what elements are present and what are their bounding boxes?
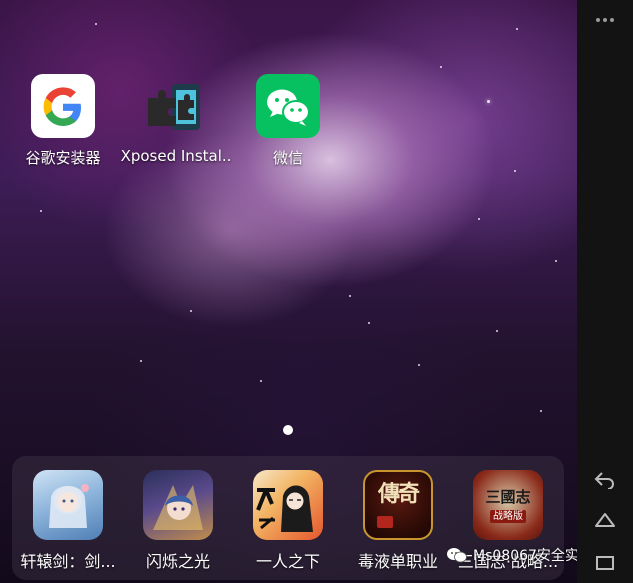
star (514, 170, 516, 172)
dock-app-label: 毒液单职业 (357, 552, 438, 571)
sanguozhi-icon-text: 三國志 (485, 488, 531, 506)
chuanqi-icon-text: 傳奇 (377, 481, 420, 507)
star (95, 23, 97, 25)
yiren-zhixia-icon (253, 470, 323, 540)
back-icon[interactable] (577, 460, 633, 500)
chuanqi-seal (377, 516, 393, 528)
app-label: 谷歌安装器 (25, 149, 101, 167)
star (40, 210, 42, 212)
home-icon[interactable] (577, 500, 633, 540)
star (540, 410, 542, 412)
star (496, 330, 498, 332)
navigation-bar (577, 0, 633, 583)
star (418, 364, 420, 366)
recents-icon[interactable] (577, 543, 633, 583)
page-indicator-dot (283, 425, 293, 435)
xuanyuan-sword-icon (33, 470, 103, 540)
sanguozhi-icon: 三國志 战略版 (473, 470, 543, 540)
app-label: 微信 (272, 149, 303, 167)
star (260, 380, 262, 382)
more-vert-icon[interactable] (577, 0, 633, 40)
star (487, 100, 490, 103)
star (368, 322, 370, 324)
dock-app-yiren[interactable]: 一人之下 (233, 470, 343, 572)
sanguozhi-icon-subtext: 战略版 (490, 510, 526, 523)
dock-app-xuanyuan[interactable]: 轩辕剑：剑... (13, 470, 123, 572)
xposed-puzzle-icon (144, 74, 208, 138)
dock-app-label: 轩辕剑：剑... (20, 552, 116, 571)
dock-app-label: 一人之下 (255, 552, 320, 571)
wechat-icon (256, 74, 320, 138)
star (140, 360, 142, 362)
dock-app-label: 闪烁之光 (145, 552, 210, 571)
star (478, 218, 480, 220)
star (440, 66, 442, 68)
dock-app-duye[interactable]: 傳奇 毒液单职业 (343, 470, 453, 572)
dock-app-shanshuo[interactable]: 闪烁之光 (123, 470, 233, 572)
star (555, 260, 557, 262)
chuanqi-icon: 傳奇 (363, 470, 433, 540)
google-g-icon (31, 74, 95, 138)
app-xposed-installer[interactable]: Xposed Instal.. (116, 74, 236, 165)
star (349, 295, 351, 297)
app-label: Xposed Instal.. (120, 147, 232, 165)
star (516, 28, 518, 30)
wechat-logo-icon (446, 546, 468, 564)
star (190, 310, 192, 312)
shanshuo-zhiguang-icon (143, 470, 213, 540)
app-google-installer[interactable]: 谷歌安装器 (3, 74, 123, 168)
app-wechat[interactable]: 微信 (228, 74, 348, 168)
